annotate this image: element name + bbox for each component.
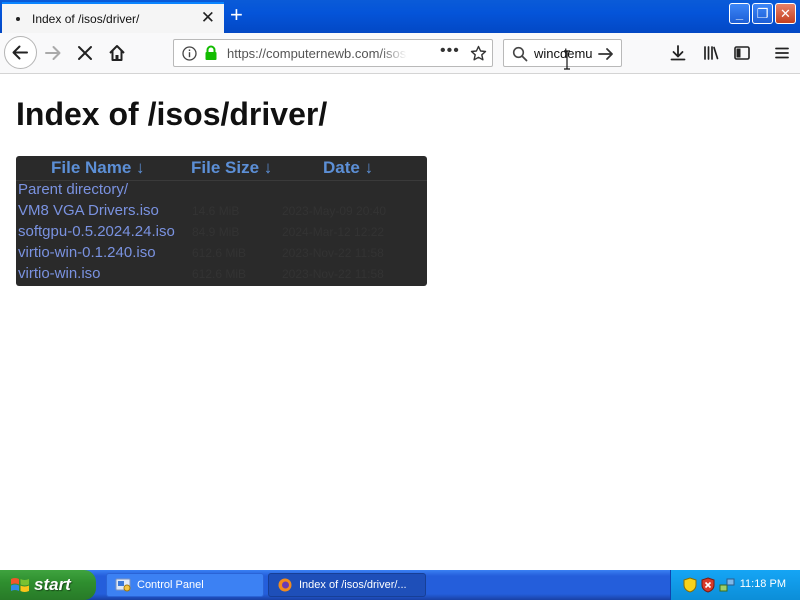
file-link[interactable]: virtio-win.iso xyxy=(18,265,101,282)
forward-button[interactable] xyxy=(41,41,65,65)
taskbar-item-browser[interactable]: Index of /isos/driver/... xyxy=(268,573,426,597)
text-cursor-icon xyxy=(564,50,570,70)
download-arrow-icon xyxy=(670,45,686,61)
close-icon: ✕ xyxy=(780,6,791,21)
minimize-icon: _ xyxy=(735,6,744,21)
taskbar-item-label: Control Panel xyxy=(137,579,204,591)
tab-close-icon[interactable]: ✕ xyxy=(201,9,215,27)
address-bar[interactable]: https://computernewb.com/isos/driver/ ••… xyxy=(173,39,493,67)
table-row: softgpu-0.5.2024.24.iso 84.9 MiB 2024-Ma… xyxy=(16,222,427,243)
firefox-icon xyxy=(278,578,292,592)
forward-arrow-icon xyxy=(45,46,61,60)
clock: 11:18 PM xyxy=(739,578,786,590)
library-icon xyxy=(704,46,719,60)
file-size: 612.6 MiB xyxy=(192,267,247,281)
file-size: 612.6 MiB xyxy=(192,246,247,260)
file-date: 2023-Nov-22 11:58 xyxy=(282,267,384,281)
file-date: 2023-May-09 20:40 xyxy=(282,204,387,218)
security-alert-icon[interactable] xyxy=(701,577,715,593)
library-button[interactable] xyxy=(699,41,723,65)
page-content: Index of /isos/driver/ File Name ↓ File … xyxy=(0,50,800,570)
table-row: virtio-win.iso 612.6 MiB 2023-Nov-22 11:… xyxy=(16,264,427,285)
file-size: 14.6 MiB xyxy=(192,204,240,218)
file-link[interactable]: softgpu-0.5.2024.24.iso xyxy=(18,223,175,240)
sidebar-toggle-button[interactable] xyxy=(730,41,754,65)
menu-button[interactable] xyxy=(770,41,794,65)
bookmark-star-icon[interactable] xyxy=(470,45,487,62)
info-icon xyxy=(182,46,197,61)
column-header-file-size[interactable]: File Size ↓ xyxy=(191,158,272,178)
table-row: Parent directory/ xyxy=(16,180,427,201)
page-title: Index of /isos/driver/ xyxy=(16,96,328,132)
tab-title: Index of /isos/driver/ xyxy=(32,11,140,26)
hamburger-menu-icon xyxy=(775,47,789,59)
file-link[interactable]: VM8 VGA Drivers.iso xyxy=(18,202,159,219)
taskbar-item-control-panel[interactable]: Control Panel xyxy=(106,573,264,597)
taskbar-item-label: Index of /isos/driver/... xyxy=(299,579,407,591)
stop-button[interactable] xyxy=(73,41,97,65)
file-date: 2024-Mar-12 12:22 xyxy=(282,225,385,239)
file-listing-table: File Name ↓ File Size ↓ Date ↓ Parent di… xyxy=(16,156,427,286)
start-button[interactable]: start xyxy=(0,570,96,600)
windows-logo-icon xyxy=(11,578,29,592)
control-panel-icon xyxy=(115,578,131,592)
restore-button[interactable]: ❐ xyxy=(752,3,773,24)
security-shield-icon[interactable] xyxy=(683,577,697,593)
column-header-file-name[interactable]: File Name ↓ xyxy=(51,158,145,178)
new-tab-icon[interactable]: + xyxy=(230,4,243,26)
taskbar: start Control Panel Index of /isos/drive… xyxy=(0,570,800,600)
url-text: https://computernewb.com/isos/driver/ xyxy=(227,46,407,61)
network-icon[interactable] xyxy=(719,577,735,593)
system-tray: 11:18 PM xyxy=(670,570,800,600)
downloads-button[interactable] xyxy=(666,41,690,65)
navigation-toolbar: https://computernewb.com/isos/driver/ ••… xyxy=(0,33,800,74)
screen: Index of /isos/driver/ ✕ + _ ❐ ✕ https:/… xyxy=(0,0,800,600)
window-controls: _ ❐ ✕ xyxy=(729,3,796,24)
start-label: start xyxy=(34,575,71,594)
back-arrow-icon xyxy=(12,45,28,60)
browser-tab[interactable]: Index of /isos/driver/ ✕ xyxy=(2,2,224,33)
minimize-button[interactable]: _ xyxy=(729,3,750,24)
file-size: 84.9 MiB xyxy=(192,225,240,239)
lock-icon xyxy=(205,45,217,60)
browser-tab-strip: Index of /isos/driver/ ✕ + _ ❐ ✕ xyxy=(0,0,800,33)
back-button[interactable] xyxy=(4,36,37,69)
file-link[interactable]: virtio-win-0.1.240.iso xyxy=(18,244,156,261)
search-icon xyxy=(512,46,528,62)
home-button[interactable] xyxy=(105,41,129,65)
page-actions-icon[interactable]: ••• xyxy=(440,42,460,60)
stop-x-icon xyxy=(78,46,92,60)
table-row: virtio-win-0.1.240.iso 612.6 MiB 2023-No… xyxy=(16,243,427,264)
loading-dot-icon xyxy=(16,16,20,21)
table-row: VM8 VGA Drivers.iso 14.6 MiB 2023-May-09… xyxy=(16,201,427,222)
file-date: 2023-Nov-22 11:58 xyxy=(282,246,384,260)
close-window-button[interactable]: ✕ xyxy=(775,3,796,24)
home-icon xyxy=(109,45,125,61)
column-header-date[interactable]: Date ↓ xyxy=(323,158,373,178)
restore-icon: ❐ xyxy=(756,6,769,21)
file-link-parent-directory[interactable]: Parent directory/ xyxy=(18,181,128,198)
search-go-arrow-icon[interactable] xyxy=(597,45,615,63)
sidebar-icon xyxy=(734,46,750,60)
